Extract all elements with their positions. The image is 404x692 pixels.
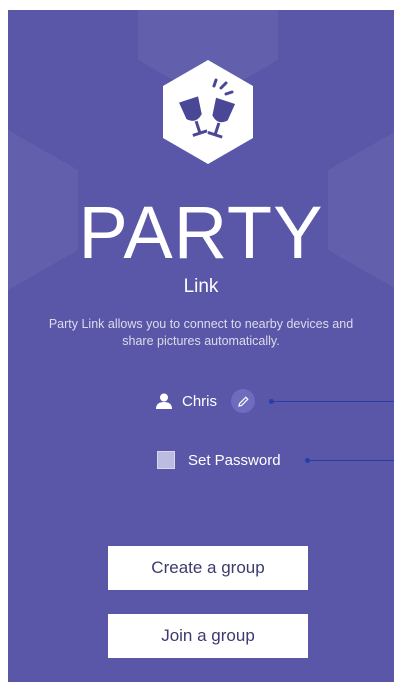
app-title: PARTY [78,191,324,274]
party-link-logo [163,60,253,164]
user-row: Chris [156,389,256,413]
app-description: Party Link allows you to connect to near… [48,317,354,348]
user-icon [156,393,172,409]
edit-name-button[interactable] [231,389,256,413]
set-password-label: Set Password [188,451,281,469]
join-group-button[interactable]: Join a group [108,614,308,658]
app-screen: PARTY Link Party Link allows you to conn… [8,10,394,682]
callout-line-name [269,399,394,404]
callout-line-password [305,458,394,463]
user-name: Chris [182,392,218,410]
pencil-icon [237,395,249,407]
set-password-row[interactable]: Set Password [157,448,281,472]
set-password-checkbox[interactable] [157,451,175,469]
app-subtitle: Link [183,276,219,297]
create-group-button[interactable]: Create a group [108,546,308,590]
